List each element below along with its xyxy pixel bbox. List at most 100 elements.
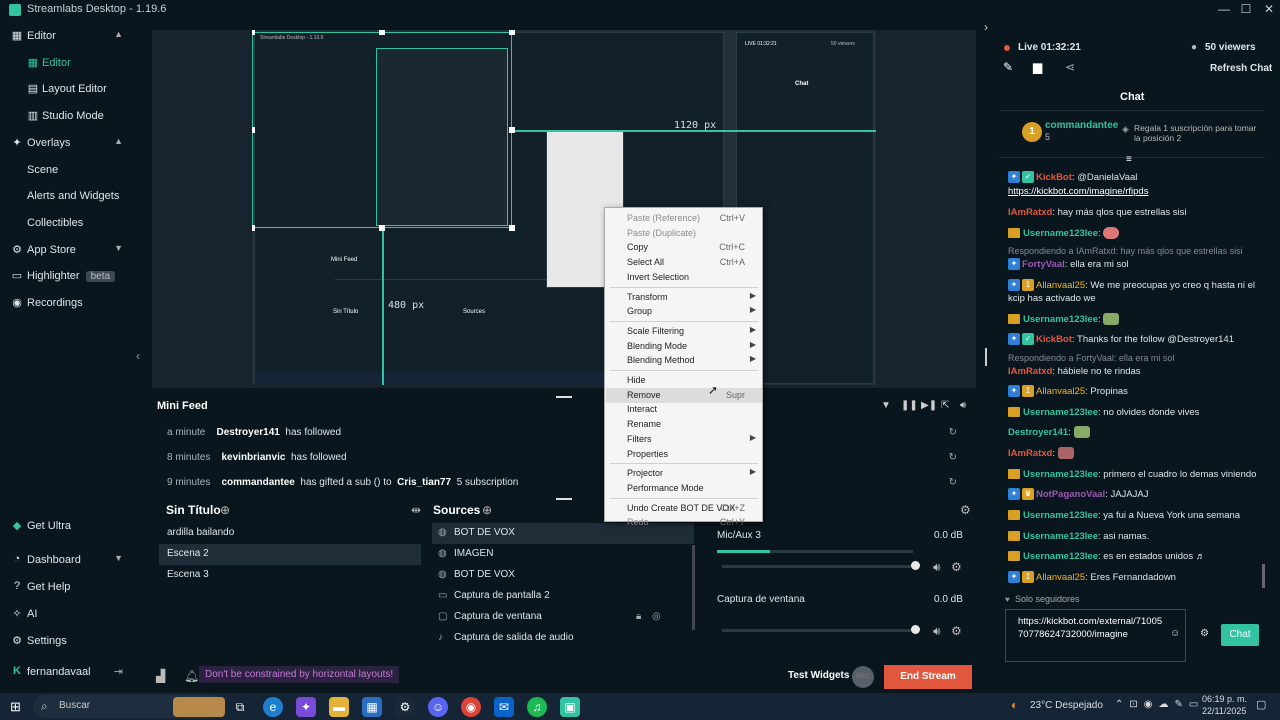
resize-handle[interactable] bbox=[379, 225, 385, 231]
outlook-icon[interactable]: ✉ bbox=[494, 697, 514, 717]
refresh-chat-button[interactable]: Refresh Chat bbox=[1210, 63, 1272, 74]
task-view-icon[interactable]: ⧉ bbox=[230, 697, 250, 717]
stream-canvas[interactable]: Streamlabs Desktop - 1.19.6 Mini Feed Si… bbox=[252, 30, 876, 385]
store-icon[interactable]: ▦ bbox=[362, 697, 382, 717]
collapse-left-icon[interactable]: ‹ bbox=[136, 349, 140, 363]
scene-item[interactable]: Escena 3 bbox=[159, 565, 421, 586]
expand-right-icon[interactable]: › bbox=[984, 20, 988, 34]
notification-icon[interactable]: 🔔︎ bbox=[184, 669, 199, 683]
volume-icon[interactable]: 🔊︎ bbox=[960, 400, 966, 411]
nav-ai[interactable]: ✧ AI bbox=[0, 604, 135, 626]
test-widgets-button[interactable]: Test Widgets bbox=[788, 670, 849, 681]
windows-start-icon[interactable]: ⊞ bbox=[10, 699, 21, 715]
menu-item-copy[interactable]: Copy Ctrl+C bbox=[606, 240, 762, 255]
source-item[interactable]: ◍ IMAGEN bbox=[432, 544, 694, 565]
nav-overlays-section[interactable]: ✦ Overlays ▲ bbox=[0, 133, 135, 155]
end-stream-button[interactable]: End Stream bbox=[884, 665, 972, 689]
menu-item-invert-selection[interactable]: Invert Selection bbox=[606, 270, 762, 285]
maximize-icon[interactable]: ☐ bbox=[1236, 2, 1256, 16]
channel-settings-icon[interactable]: ⚙ bbox=[951, 624, 962, 638]
nav-scene[interactable]: Scene bbox=[0, 160, 135, 182]
spotify-icon[interactable]: ♫ bbox=[527, 697, 547, 717]
menu-item-undo-create-bot-de-vox[interactable]: Undo Create BOT DE VOX Ctrl+Z bbox=[606, 501, 762, 516]
volume-slider[interactable] bbox=[911, 561, 920, 570]
volume-track[interactable] bbox=[722, 565, 918, 568]
notification-center-icon[interactable]: ▢ bbox=[1256, 698, 1266, 711]
mute-icon[interactable]: 🔊︎ bbox=[933, 560, 941, 575]
menu-item-blending-method[interactable]: Blending Method ▶ bbox=[606, 353, 762, 368]
replay-icon[interactable]: ↻ bbox=[949, 452, 957, 463]
menu-item-remove[interactable]: Remove Supr bbox=[606, 387, 762, 403]
source-item[interactable]: ♪ Captura de salida de audio bbox=[432, 628, 694, 649]
nav-user[interactable]: K fernandavaal ⇥ bbox=[0, 662, 135, 684]
resize-handle[interactable] bbox=[252, 30, 255, 35]
tip-banner[interactable]: Don't be constrained by horizontal layou… bbox=[199, 666, 400, 683]
nav-dashboard[interactable]: ◔ Dashboard ▼ bbox=[0, 550, 135, 572]
record-button[interactable]: REC bbox=[852, 666, 874, 688]
menu-item-projector[interactable]: Projector ▶ bbox=[606, 466, 762, 481]
chat-scroll-icon[interactable]: ≡ bbox=[1126, 154, 1132, 165]
edge-icon[interactable]: e bbox=[263, 697, 283, 717]
resize-handle[interactable] bbox=[252, 127, 255, 133]
menu-item-blending-mode[interactable]: Blending Mode ▶ bbox=[606, 339, 762, 354]
send-chat-button[interactable]: Chat bbox=[1221, 624, 1259, 646]
chrome-icon[interactable]: ◉ bbox=[461, 697, 481, 717]
mute-icon[interactable]: 🔊︎ bbox=[933, 624, 941, 639]
taskbar-app-thumbnail[interactable] bbox=[173, 697, 225, 717]
source-item[interactable]: ◍ BOT DE VOX bbox=[432, 565, 694, 586]
tray-icons[interactable]: ⌃⊡◉☁✎▭ bbox=[1115, 699, 1204, 710]
discord-icon[interactable]: ☺ bbox=[428, 697, 448, 717]
chat-settings-icon[interactable]: ⚙ bbox=[1200, 628, 1209, 639]
nav-get-help[interactable]: ? Get Help bbox=[0, 577, 135, 599]
nav-highlighter[interactable]: ▭ Highlighter beta bbox=[0, 266, 135, 288]
nav-recordings[interactable]: ◉ Recordings bbox=[0, 293, 135, 315]
resize-handle[interactable] bbox=[252, 225, 255, 231]
menu-item-redo[interactable]: Redo Ctrl+Y bbox=[606, 515, 762, 530]
steam-icon[interactable]: ⚙ bbox=[395, 697, 415, 717]
chat-input[interactable]: https://kickbot.com/external/71005707786… bbox=[1005, 609, 1186, 662]
nav-editor[interactable]: ▦ Editor bbox=[0, 53, 135, 75]
menu-item-hide[interactable]: Hide bbox=[606, 373, 762, 388]
menu-item-scale-filtering[interactable]: Scale Filtering ▶ bbox=[606, 324, 762, 339]
menu-item-rename[interactable]: Rename bbox=[606, 417, 762, 432]
skip-icon[interactable]: ▶❚ bbox=[921, 400, 937, 411]
menu-item-paste-duplicate[interactable]: Paste (Duplicate) bbox=[606, 226, 762, 241]
resize-handle[interactable] bbox=[509, 225, 515, 231]
menu-item-interact[interactable]: Interact bbox=[606, 402, 762, 417]
nav-studio-mode[interactable]: ▥ Studio Mode bbox=[0, 106, 135, 128]
volume-slider[interactable] bbox=[911, 625, 920, 634]
minimize-icon[interactable]: — bbox=[1214, 2, 1234, 16]
visibility-icon[interactable]: ◎ bbox=[652, 611, 661, 622]
nav-get-ultra[interactable]: ◆ Get Ultra bbox=[0, 516, 135, 538]
lock-icon[interactable]: 🔒︎ bbox=[636, 611, 641, 622]
nav-app-store[interactable]: ⚙ App Store ▼ bbox=[0, 240, 135, 262]
emoji-icon[interactable]: ☺ bbox=[1170, 628, 1180, 639]
menu-item-filters[interactable]: Filters ▶ bbox=[606, 432, 762, 447]
replay-icon[interactable]: ↻ bbox=[949, 477, 957, 488]
sources-scrollbar[interactable] bbox=[692, 545, 695, 630]
add-source-icon[interactable]: ⊕ bbox=[482, 503, 492, 517]
chat-scrollbar[interactable] bbox=[1262, 564, 1265, 588]
nav-collectibles[interactable]: Collectibles bbox=[0, 213, 135, 235]
resize-handle-icon[interactable] bbox=[985, 348, 987, 366]
close-icon[interactable]: ✕ bbox=[1259, 2, 1279, 16]
menu-item-group[interactable]: Group ▶ bbox=[606, 304, 762, 319]
menu-item-select-all[interactable]: Select All Ctrl+A bbox=[606, 255, 762, 270]
stats-icon[interactable]: ▟ bbox=[156, 669, 165, 683]
resize-handle[interactable] bbox=[509, 127, 515, 133]
scene-item-selected[interactable]: Escena 2 bbox=[159, 544, 421, 565]
logout-icon[interactable]: ⇥ bbox=[114, 665, 123, 678]
source-item[interactable]: ▢ Captura de ventana 🔒︎ ◎ bbox=[432, 607, 694, 628]
mixer-settings-icon[interactable]: ⚙ bbox=[960, 503, 971, 517]
menu-item-performance-mode[interactable]: Performance Mode bbox=[606, 481, 762, 496]
copilot-icon[interactable]: ✦ bbox=[296, 697, 316, 717]
nav-alerts-widgets[interactable]: Alerts and Widgets bbox=[0, 186, 135, 208]
source-item[interactable]: ▭ Captura de pantalla 2 bbox=[432, 586, 694, 607]
selection-box-inner[interactable] bbox=[376, 48, 508, 226]
folder-icon[interactable]: ▆ bbox=[1033, 60, 1042, 74]
split-icon[interactable]: ⇹ bbox=[411, 503, 421, 517]
menu-item-transform[interactable]: Transform ▶ bbox=[606, 290, 762, 305]
nav-settings[interactable]: ⚙ Settings bbox=[0, 631, 135, 653]
pause-icon[interactable]: ❚❚ bbox=[901, 400, 918, 411]
scene-item[interactable]: ardilla bailando bbox=[159, 523, 421, 544]
